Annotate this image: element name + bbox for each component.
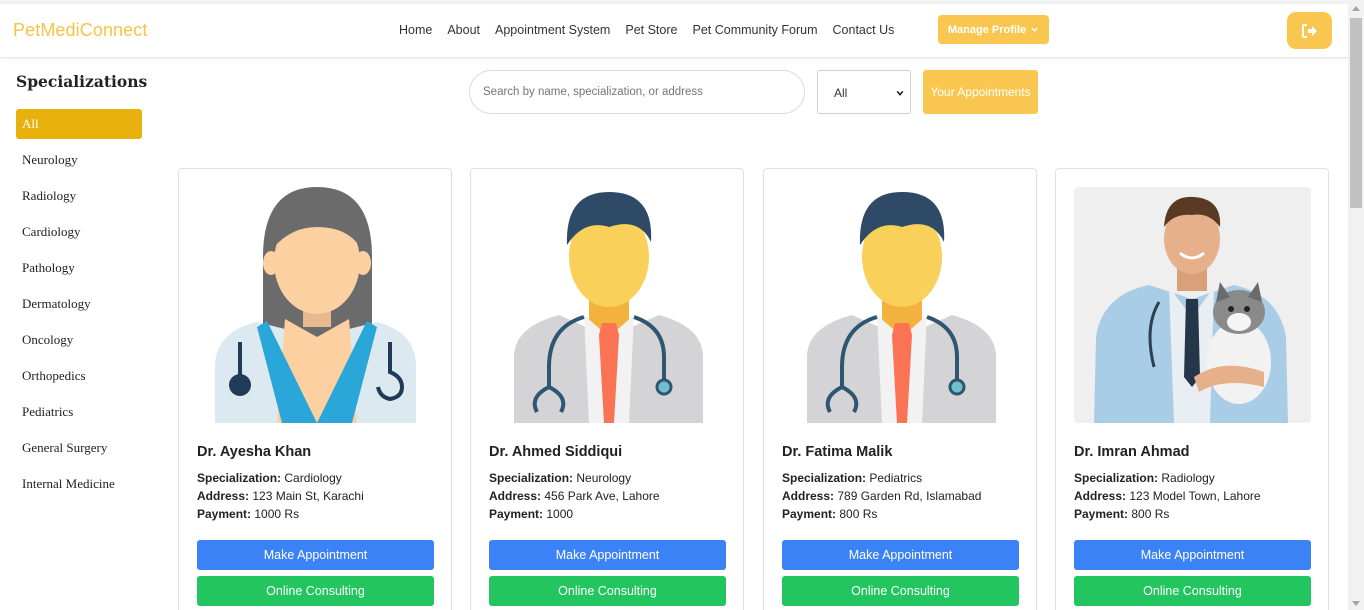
chevron-down-icon [896, 90, 904, 96]
specialization-item-internal-medicine[interactable]: Internal Medicine [16, 469, 142, 499]
specialization-item-neurology[interactable]: Neurology [16, 145, 142, 175]
manage-profile-button[interactable]: Manage Profile [938, 15, 1049, 44]
doctor-card: Dr. Ayesha Khan Specialization: Cardiolo… [178, 168, 452, 610]
nav-pet-store[interactable]: Pet Store [625, 23, 677, 37]
nav-links: Home About Appointment System Pet Store … [399, 23, 909, 37]
doctor-payment: Payment: 800 Rs [1074, 507, 1170, 521]
scroll-down-arrow-icon[interactable] [1352, 601, 1360, 606]
logout-button[interactable] [1287, 12, 1332, 49]
doctor-card: Dr. Ahmed Siddiqui Specialization: Neuro… [470, 168, 744, 610]
doctor-specialization: Specialization: Neurology [489, 471, 632, 485]
male-doctor-avatar [489, 187, 726, 423]
nav-community-forum[interactable]: Pet Community Forum [692, 23, 817, 37]
doctor-specialization: Specialization: Radiology [1074, 471, 1215, 485]
female-doctor-avatar [197, 187, 434, 423]
doctor-card: Dr. Imran Ahmad Specialization: Radiolog… [1055, 168, 1329, 610]
your-appointments-button[interactable]: Your Appointments [923, 70, 1038, 114]
specialization-item-general-surgery[interactable]: General Surgery [16, 433, 142, 463]
male-doctor-avatar [782, 187, 1019, 423]
online-consulting-button[interactable]: Online Consulting [782, 576, 1019, 606]
doctor-name: Dr. Ayesha Khan [197, 444, 312, 460]
nav-about[interactable]: About [447, 23, 480, 37]
logout-icon [1301, 23, 1317, 38]
specialization-item-orthopedics[interactable]: Orthopedics [16, 361, 142, 391]
make-appointment-button[interactable]: Make Appointment [489, 540, 726, 570]
vet-with-cat-photo [1074, 187, 1311, 423]
specialization-item-pediatrics[interactable]: Pediatrics [16, 397, 142, 427]
doctor-address: Address: 789 Garden Rd, Islamabad [782, 489, 982, 503]
brand-logo[interactable]: PetMediConnect [13, 20, 147, 41]
scroll-up-arrow-icon[interactable] [1352, 6, 1360, 11]
sidebar-title: Specializations [16, 72, 148, 91]
online-consulting-button[interactable]: Online Consulting [489, 576, 726, 606]
nav-home[interactable]: Home [399, 23, 432, 37]
specialization-item-cardiology[interactable]: Cardiology [16, 217, 142, 247]
doctor-address: Address: 123 Main St, Karachi [197, 489, 364, 503]
doctor-payment: Payment: 800 Rs [782, 507, 878, 521]
nav-appointment-system[interactable]: Appointment System [495, 23, 610, 37]
doctor-payment: Payment: 1000 Rs [197, 507, 300, 521]
specialization-item-all[interactable]: All [16, 109, 142, 139]
navbar: PetMediConnect Home About Appointment Sy… [0, 4, 1348, 58]
doctor-specialization: Specialization: Pediatrics [782, 471, 923, 485]
nav-contact-us[interactable]: Contact Us [833, 23, 895, 37]
doctor-name: Dr. Ahmed Siddiqui [489, 444, 623, 460]
manage-profile-label: Manage Profile [947, 23, 1027, 36]
scrollbar-thumb[interactable] [1350, 18, 1362, 208]
chevron-down-icon [1031, 27, 1038, 32]
doctor-address: Address: 123 Model Town, Lahore [1074, 489, 1261, 503]
doctor-name: Dr. Fatima Malik [782, 444, 893, 460]
online-consulting-button[interactable]: Online Consulting [197, 576, 434, 606]
specialization-item-dermatology[interactable]: Dermatology [16, 289, 142, 319]
online-consulting-button[interactable]: Online Consulting [1074, 576, 1311, 606]
doctor-specialization: Specialization: Cardiology [197, 471, 342, 485]
make-appointment-button[interactable]: Make Appointment [782, 540, 1019, 570]
filter-select-value: All [834, 86, 848, 100]
make-appointment-button[interactable]: Make Appointment [1074, 540, 1311, 570]
make-appointment-button[interactable]: Make Appointment [197, 540, 434, 570]
doctor-card: Dr. Fatima Malik Specialization: Pediatr… [763, 168, 1037, 610]
specialization-filter-select[interactable]: All [817, 70, 911, 114]
search-input[interactable] [469, 70, 805, 114]
specialization-item-radiology[interactable]: Radiology [16, 181, 142, 211]
specialization-item-oncology[interactable]: Oncology [16, 325, 142, 355]
specialization-item-pathology[interactable]: Pathology [16, 253, 142, 283]
doctor-address: Address: 456 Park Ave, Lahore [489, 489, 660, 503]
doctor-name: Dr. Imran Ahmad [1074, 444, 1190, 460]
page-scrollbar[interactable] [1348, 4, 1364, 610]
doctor-payment: Payment: 1000 [489, 507, 574, 521]
